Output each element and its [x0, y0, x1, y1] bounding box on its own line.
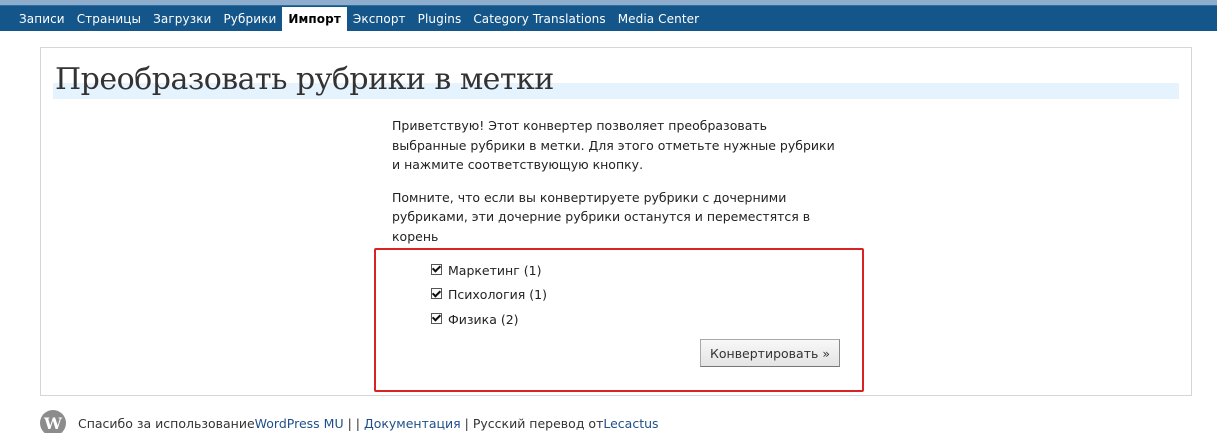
- convert-button[interactable]: Конвертировать »: [700, 339, 840, 367]
- menu-item-import[interactable]: Импорт: [282, 7, 347, 31]
- menu-item-categories[interactable]: Рубрики: [217, 6, 282, 31]
- wordpress-logo-letter: W: [44, 413, 62, 433]
- documentation-link[interactable]: Документация: [364, 416, 461, 431]
- intro-text: Приветствую! Этот конвертер позволяет пр…: [392, 116, 842, 259]
- menu-item-posts[interactable]: Записи: [13, 6, 71, 31]
- menu-item-plugins[interactable]: Plugins: [412, 6, 468, 31]
- category-label-marketing[interactable]: Маркетинг (1): [448, 263, 541, 278]
- admin-submenu: Записи Страницы Загрузки Рубрики Импорт …: [0, 5, 1217, 31]
- footer-translation-text: Русский перевод от: [472, 415, 604, 431]
- menu-item-category-translations[interactable]: Category Translations: [467, 6, 611, 31]
- menu-item-pages[interactable]: Страницы: [71, 6, 147, 31]
- footer: W Спасибо за использование WordPress MU …: [40, 410, 659, 433]
- translator-link[interactable]: Lecactus: [603, 416, 658, 431]
- menu-item-uploads[interactable]: Загрузки: [147, 6, 217, 31]
- footer-separator-1: | |: [343, 415, 364, 431]
- intro-paragraph-1: Приветствую! Этот конвертер позволяет пр…: [392, 118, 835, 172]
- category-item-marketing: Маркетинг (1): [431, 258, 547, 283]
- menu-item-media-center[interactable]: Media Center: [612, 6, 705, 31]
- category-checkbox-marketing[interactable]: [431, 263, 442, 275]
- wordpress-mu-link[interactable]: WordPress MU: [255, 416, 344, 431]
- category-list: Маркетинг (1) Психология (1) Физика (2): [431, 258, 547, 332]
- category-item-physics: Физика (2): [431, 307, 547, 332]
- page-title: Преобразовать рубрики в метки: [55, 62, 554, 97]
- category-checkbox-psychology[interactable]: [431, 288, 442, 300]
- footer-separator-2: |: [460, 415, 473, 431]
- category-label-psychology[interactable]: Психология (1): [448, 287, 547, 302]
- menu-item-export[interactable]: Экспорт: [347, 6, 412, 31]
- footer-thanks-text: Спасибо за использование: [78, 415, 255, 431]
- intro-paragraph-2: Помните, что если вы конвертируете рубри…: [392, 189, 811, 244]
- category-label-physics[interactable]: Физика (2): [448, 312, 519, 327]
- category-checkbox-physics[interactable]: [431, 312, 442, 324]
- wordpress-logo-icon: W: [40, 410, 66, 433]
- category-item-psychology: Психология (1): [431, 283, 547, 308]
